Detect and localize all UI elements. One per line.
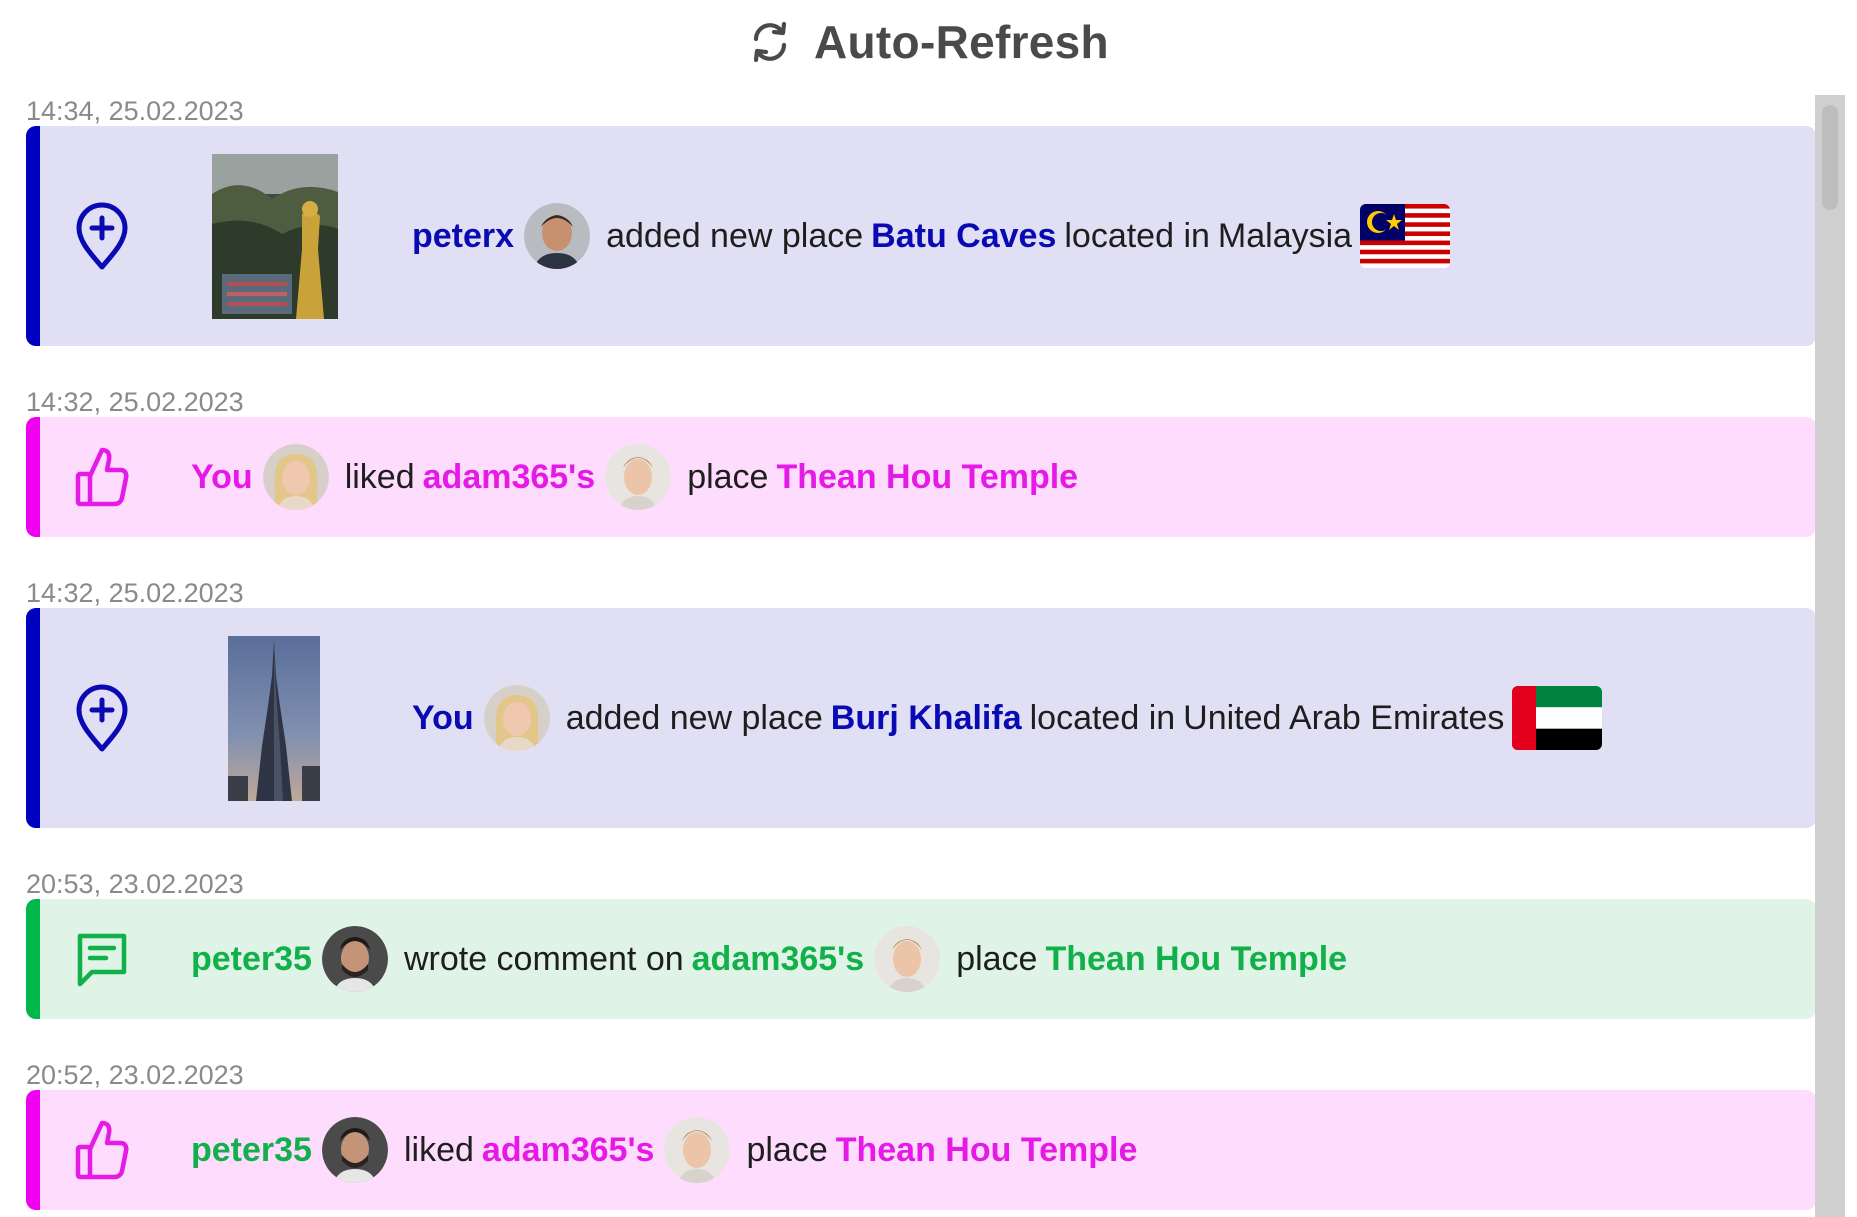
feed-entry: 20:52, 23.02.2023 peter35 liked adam365'… xyxy=(26,1048,1816,1210)
feed-card[interactable]: peter35 wrote comment on adam365's place xyxy=(26,899,1816,1019)
action-text: wrote comment on xyxy=(403,939,684,978)
feed-card[interactable]: You liked adam365's place Thean Hou Temp… xyxy=(26,417,1816,537)
avatar[interactable] xyxy=(321,1117,388,1183)
timestamp: 14:32, 25.02.2023 xyxy=(26,387,244,417)
map-pin-plus-icon xyxy=(74,201,130,271)
feed-entry: 14:32, 25.02.2023 You liked adam365's pl… xyxy=(26,375,1816,537)
feed-text: peter35 wrote comment on adam365's place xyxy=(191,899,1347,1019)
place-photo-burj-khalifa[interactable] xyxy=(228,636,320,801)
card-accent xyxy=(26,899,40,1019)
actor-link[interactable]: You xyxy=(191,458,253,497)
avatar[interactable] xyxy=(874,926,941,992)
action-text: added new place xyxy=(606,216,864,255)
location-text: located in xyxy=(1029,698,1176,737)
place-text: place xyxy=(687,457,769,496)
place-link[interactable]: Thean Hou Temple xyxy=(776,458,1078,497)
actor-link[interactable]: You xyxy=(412,699,474,738)
place-link[interactable]: Thean Hou Temple xyxy=(1045,940,1347,979)
comment-icon xyxy=(74,924,130,994)
scrollbar-thumb[interactable] xyxy=(1822,105,1838,210)
card-accent xyxy=(26,608,40,828)
feed-text: peter35 liked adam365's place Thean Hou … xyxy=(191,1090,1137,1210)
refresh-icon[interactable] xyxy=(748,20,792,64)
owner-link[interactable]: adam365's xyxy=(423,458,596,497)
feed-entry: 14:34, 25.02.2023 peterx added new place… xyxy=(26,84,1816,346)
thumbs-up-icon xyxy=(74,442,130,512)
place-photo-batu-caves[interactable] xyxy=(212,154,338,319)
feed-text: You liked adam365's place Thean Hou Temp… xyxy=(191,417,1078,537)
card-accent xyxy=(26,417,40,537)
page-title[interactable]: Auto-Refresh xyxy=(814,15,1109,69)
country-name: United Arab Emirates xyxy=(1183,698,1505,737)
feed-entry: 20:53, 23.02.2023 peter35 wrote comment … xyxy=(26,857,1816,1019)
avatar[interactable] xyxy=(664,1117,731,1183)
feed-text: You added new place Burj Khalifa located… xyxy=(412,608,1603,828)
action-text: liked xyxy=(403,1130,474,1169)
avatar[interactable] xyxy=(605,444,672,510)
action-text: added new place xyxy=(565,698,823,737)
feed-text: peterx added new place Batu Caves locate… xyxy=(412,126,1451,346)
avatar[interactable] xyxy=(321,926,388,992)
avatar[interactable] xyxy=(262,444,329,510)
location-text: located in xyxy=(1064,216,1210,255)
actor-link[interactable]: peter35 xyxy=(191,940,312,979)
place-text: place xyxy=(956,939,1038,978)
card-accent xyxy=(26,1090,40,1210)
activity-feed: 14:34, 25.02.2023 peterx added new place… xyxy=(26,84,1816,1217)
timestamp: 20:53, 23.02.2023 xyxy=(26,869,244,899)
thumbs-up-icon xyxy=(74,1115,130,1185)
feed-card[interactable]: peter35 liked adam365's place Thean Hou … xyxy=(26,1090,1816,1210)
place-text: place xyxy=(746,1130,828,1169)
place-link[interactable]: Thean Hou Temple xyxy=(836,1131,1138,1170)
scrollbar[interactable] xyxy=(1815,95,1845,1217)
timestamp: 14:34, 25.02.2023 xyxy=(26,96,244,126)
avatar[interactable] xyxy=(483,685,550,751)
place-link[interactable]: Batu Caves xyxy=(871,217,1056,256)
owner-link[interactable]: adam365's xyxy=(692,940,865,979)
timestamp: 20:52, 23.02.2023 xyxy=(26,1060,244,1090)
actor-link[interactable]: peter35 xyxy=(191,1131,312,1170)
avatar[interactable] xyxy=(524,203,591,269)
feed-card[interactable]: peterx added new place Batu Caves locate… xyxy=(26,126,1816,346)
map-pin-plus-icon xyxy=(74,683,130,753)
uae-flag xyxy=(1512,686,1603,750)
country-name: Malaysia xyxy=(1217,216,1353,255)
header: Auto-Refresh xyxy=(0,0,1857,84)
actor-link[interactable]: peterx xyxy=(412,217,514,256)
timestamp: 14:32, 25.02.2023 xyxy=(26,578,244,608)
place-link[interactable]: Burj Khalifa xyxy=(831,699,1022,738)
malaysia-flag xyxy=(1360,204,1451,268)
feed-entry: 14:32, 25.02.2023 You added new place Bu… xyxy=(26,566,1816,828)
action-text: liked xyxy=(344,457,415,496)
card-accent xyxy=(26,126,40,346)
owner-link[interactable]: adam365's xyxy=(482,1131,655,1170)
feed-card[interactable]: You added new place Burj Khalifa located… xyxy=(26,608,1816,828)
